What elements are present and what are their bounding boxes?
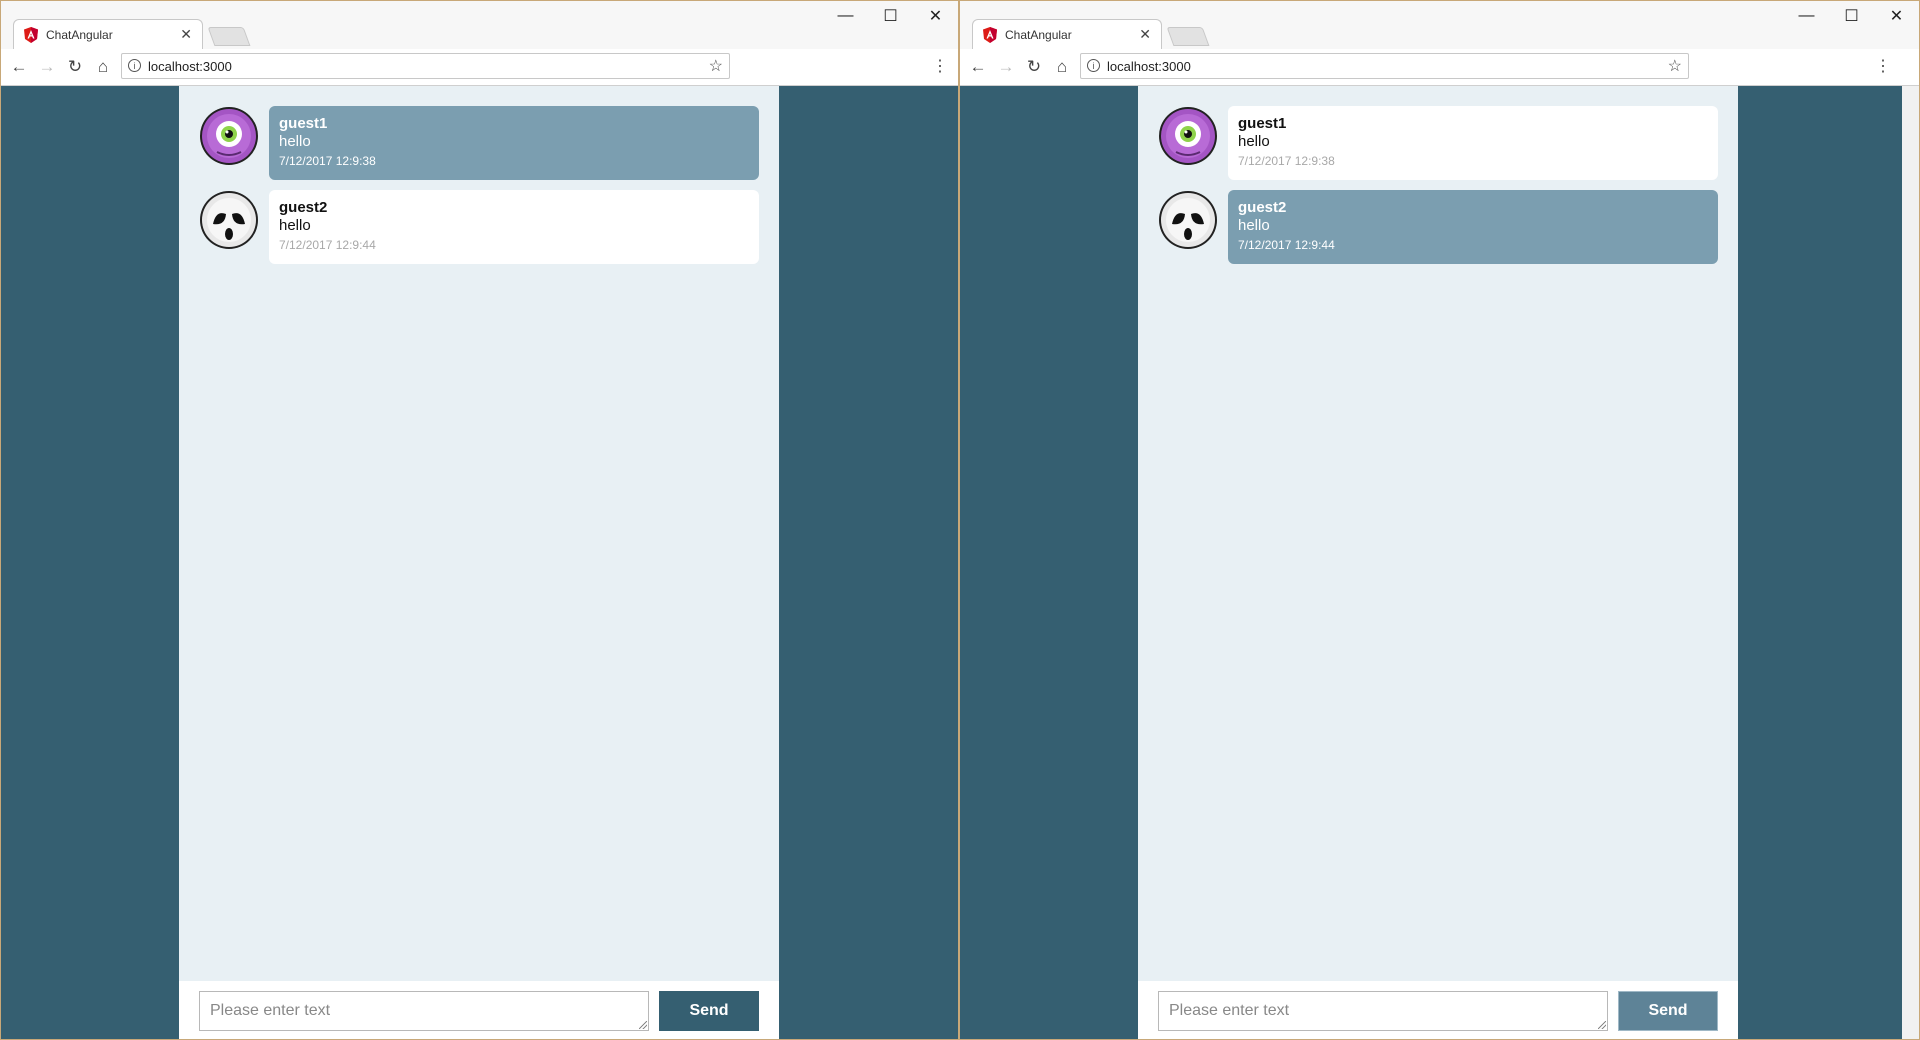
message-text: hello bbox=[1238, 217, 1270, 234]
window-controls: — ☐ ✕ bbox=[823, 1, 958, 31]
message-item: guest2 hello 7/12/2017 12:9:44 bbox=[1158, 190, 1718, 264]
home-icon[interactable]: ⌂ bbox=[93, 57, 113, 77]
desktop: ChatAngular ✕ — ☐ ✕ ← → ↻ ⌂ i localhost:… bbox=[0, 0, 1920, 1040]
new-tab-button[interactable] bbox=[207, 27, 251, 46]
info-icon[interactable]: i bbox=[1087, 59, 1100, 72]
message-text: hello bbox=[279, 133, 311, 150]
chat-panel: guest1 hello 7/12/2017 12:9:38 guest2 he… bbox=[1138, 86, 1738, 1039]
browser-window-right: ChatAngular ✕ — ☐ ✕ ← → ↻ ⌂ i localhost:… bbox=[959, 0, 1920, 1040]
bookmark-star-icon[interactable]: ☆ bbox=[709, 56, 723, 76]
message-item: guest1 hello 7/12/2017 12:9:38 bbox=[1158, 106, 1718, 180]
message-username: guest1 bbox=[1238, 115, 1287, 132]
close-tab-icon[interactable]: ✕ bbox=[180, 26, 192, 43]
title-bar: ChatAngular ✕ — ☐ ✕ bbox=[1, 1, 958, 50]
message-timestamp: 7/12/2017 12:9:38 bbox=[279, 154, 376, 168]
page-background: guest1 hello 7/12/2017 12:9:38 guest2 he… bbox=[1, 86, 958, 1039]
message-bubble: guest1 hello 7/12/2017 12:9:38 bbox=[269, 106, 759, 180]
info-icon[interactable]: i bbox=[128, 59, 141, 72]
address-url: localhost:3000 bbox=[1107, 59, 1191, 74]
message-bubble: guest2 hello 7/12/2017 12:9:44 bbox=[1228, 190, 1718, 264]
message-text: hello bbox=[1238, 133, 1270, 150]
minimize-icon[interactable]: — bbox=[823, 1, 868, 31]
page-scrollbar[interactable] bbox=[1901, 86, 1919, 1039]
close-window-icon[interactable]: ✕ bbox=[1874, 1, 1919, 31]
address-bar[interactable]: i localhost:3000 ☆ bbox=[1080, 53, 1689, 79]
browser-toolbar: ← → ↻ ⌂ i localhost:3000 ☆ ⋮ bbox=[1, 49, 958, 86]
message-username: guest1 bbox=[279, 115, 328, 132]
reload-icon[interactable]: ↻ bbox=[1024, 57, 1044, 77]
send-button[interactable]: Send bbox=[1618, 991, 1718, 1031]
address-bar[interactable]: i localhost:3000 ☆ bbox=[121, 53, 730, 79]
page-background: guest1 hello 7/12/2017 12:9:38 guest2 he… bbox=[960, 86, 1902, 1039]
message-bubble: guest2 hello 7/12/2017 12:9:44 bbox=[269, 190, 759, 264]
maximize-icon[interactable]: ☐ bbox=[868, 1, 913, 31]
message-bubble: guest1 hello 7/12/2017 12:9:38 bbox=[1228, 106, 1718, 180]
forward-arrow-icon[interactable]: → bbox=[37, 57, 57, 77]
angular-logo-icon bbox=[983, 27, 997, 43]
ghost-mask-avatar bbox=[1158, 190, 1218, 250]
purple-cyclops-avatar bbox=[1158, 106, 1218, 166]
forward-arrow-icon[interactable]: → bbox=[996, 57, 1016, 77]
message-username: guest2 bbox=[1238, 199, 1287, 216]
message-username: guest2 bbox=[279, 199, 328, 216]
tab-title: ChatAngular bbox=[46, 28, 113, 42]
title-bar: ChatAngular ✕ — ☐ ✕ bbox=[960, 1, 1919, 50]
message-input[interactable] bbox=[199, 991, 649, 1031]
browser-tab[interactable]: ChatAngular ✕ bbox=[972, 19, 1162, 50]
minimize-icon[interactable]: — bbox=[1784, 1, 1829, 31]
home-icon[interactable]: ⌂ bbox=[1052, 57, 1072, 77]
back-arrow-icon[interactable]: ← bbox=[968, 57, 988, 77]
ghost-mask-avatar bbox=[199, 190, 259, 250]
browser-tab[interactable]: ChatAngular ✕ bbox=[13, 19, 203, 50]
send-button[interactable]: Send bbox=[659, 991, 759, 1031]
bookmark-star-icon[interactable]: ☆ bbox=[1668, 56, 1682, 76]
browser-toolbar: ← → ↻ ⌂ i localhost:3000 ☆ ⋮ bbox=[960, 49, 1919, 86]
message-item: guest1 hello 7/12/2017 12:9:38 bbox=[199, 106, 759, 180]
reload-icon[interactable]: ↻ bbox=[65, 57, 85, 77]
tab-title: ChatAngular bbox=[1005, 28, 1072, 42]
menu-dots-icon[interactable]: ⋮ bbox=[1875, 57, 1891, 77]
browser-window-left: ChatAngular ✕ — ☐ ✕ ← → ↻ ⌂ i localhost:… bbox=[0, 0, 959, 1040]
address-url: localhost:3000 bbox=[148, 59, 232, 74]
menu-dots-icon[interactable]: ⋮ bbox=[932, 57, 948, 77]
angular-logo-icon bbox=[24, 27, 38, 43]
message-text: hello bbox=[279, 217, 311, 234]
message-timestamp: 7/12/2017 12:9:44 bbox=[279, 238, 376, 252]
message-item: guest2 hello 7/12/2017 12:9:44 bbox=[199, 190, 759, 264]
close-window-icon[interactable]: ✕ bbox=[913, 1, 958, 31]
back-arrow-icon[interactable]: ← bbox=[9, 57, 29, 77]
maximize-icon[interactable]: ☐ bbox=[1829, 1, 1874, 31]
message-timestamp: 7/12/2017 12:9:38 bbox=[1238, 154, 1335, 168]
purple-cyclops-avatar bbox=[199, 106, 259, 166]
window-controls: — ☐ ✕ bbox=[1784, 1, 1919, 31]
close-tab-icon[interactable]: ✕ bbox=[1139, 26, 1151, 43]
composer-bar: Send bbox=[1138, 981, 1738, 1039]
chat-panel: guest1 hello 7/12/2017 12:9:38 guest2 he… bbox=[179, 86, 779, 1039]
message-timestamp: 7/12/2017 12:9:44 bbox=[1238, 238, 1335, 252]
new-tab-button[interactable] bbox=[1166, 27, 1210, 46]
composer-bar: Send bbox=[179, 981, 779, 1039]
message-input[interactable] bbox=[1158, 991, 1608, 1031]
